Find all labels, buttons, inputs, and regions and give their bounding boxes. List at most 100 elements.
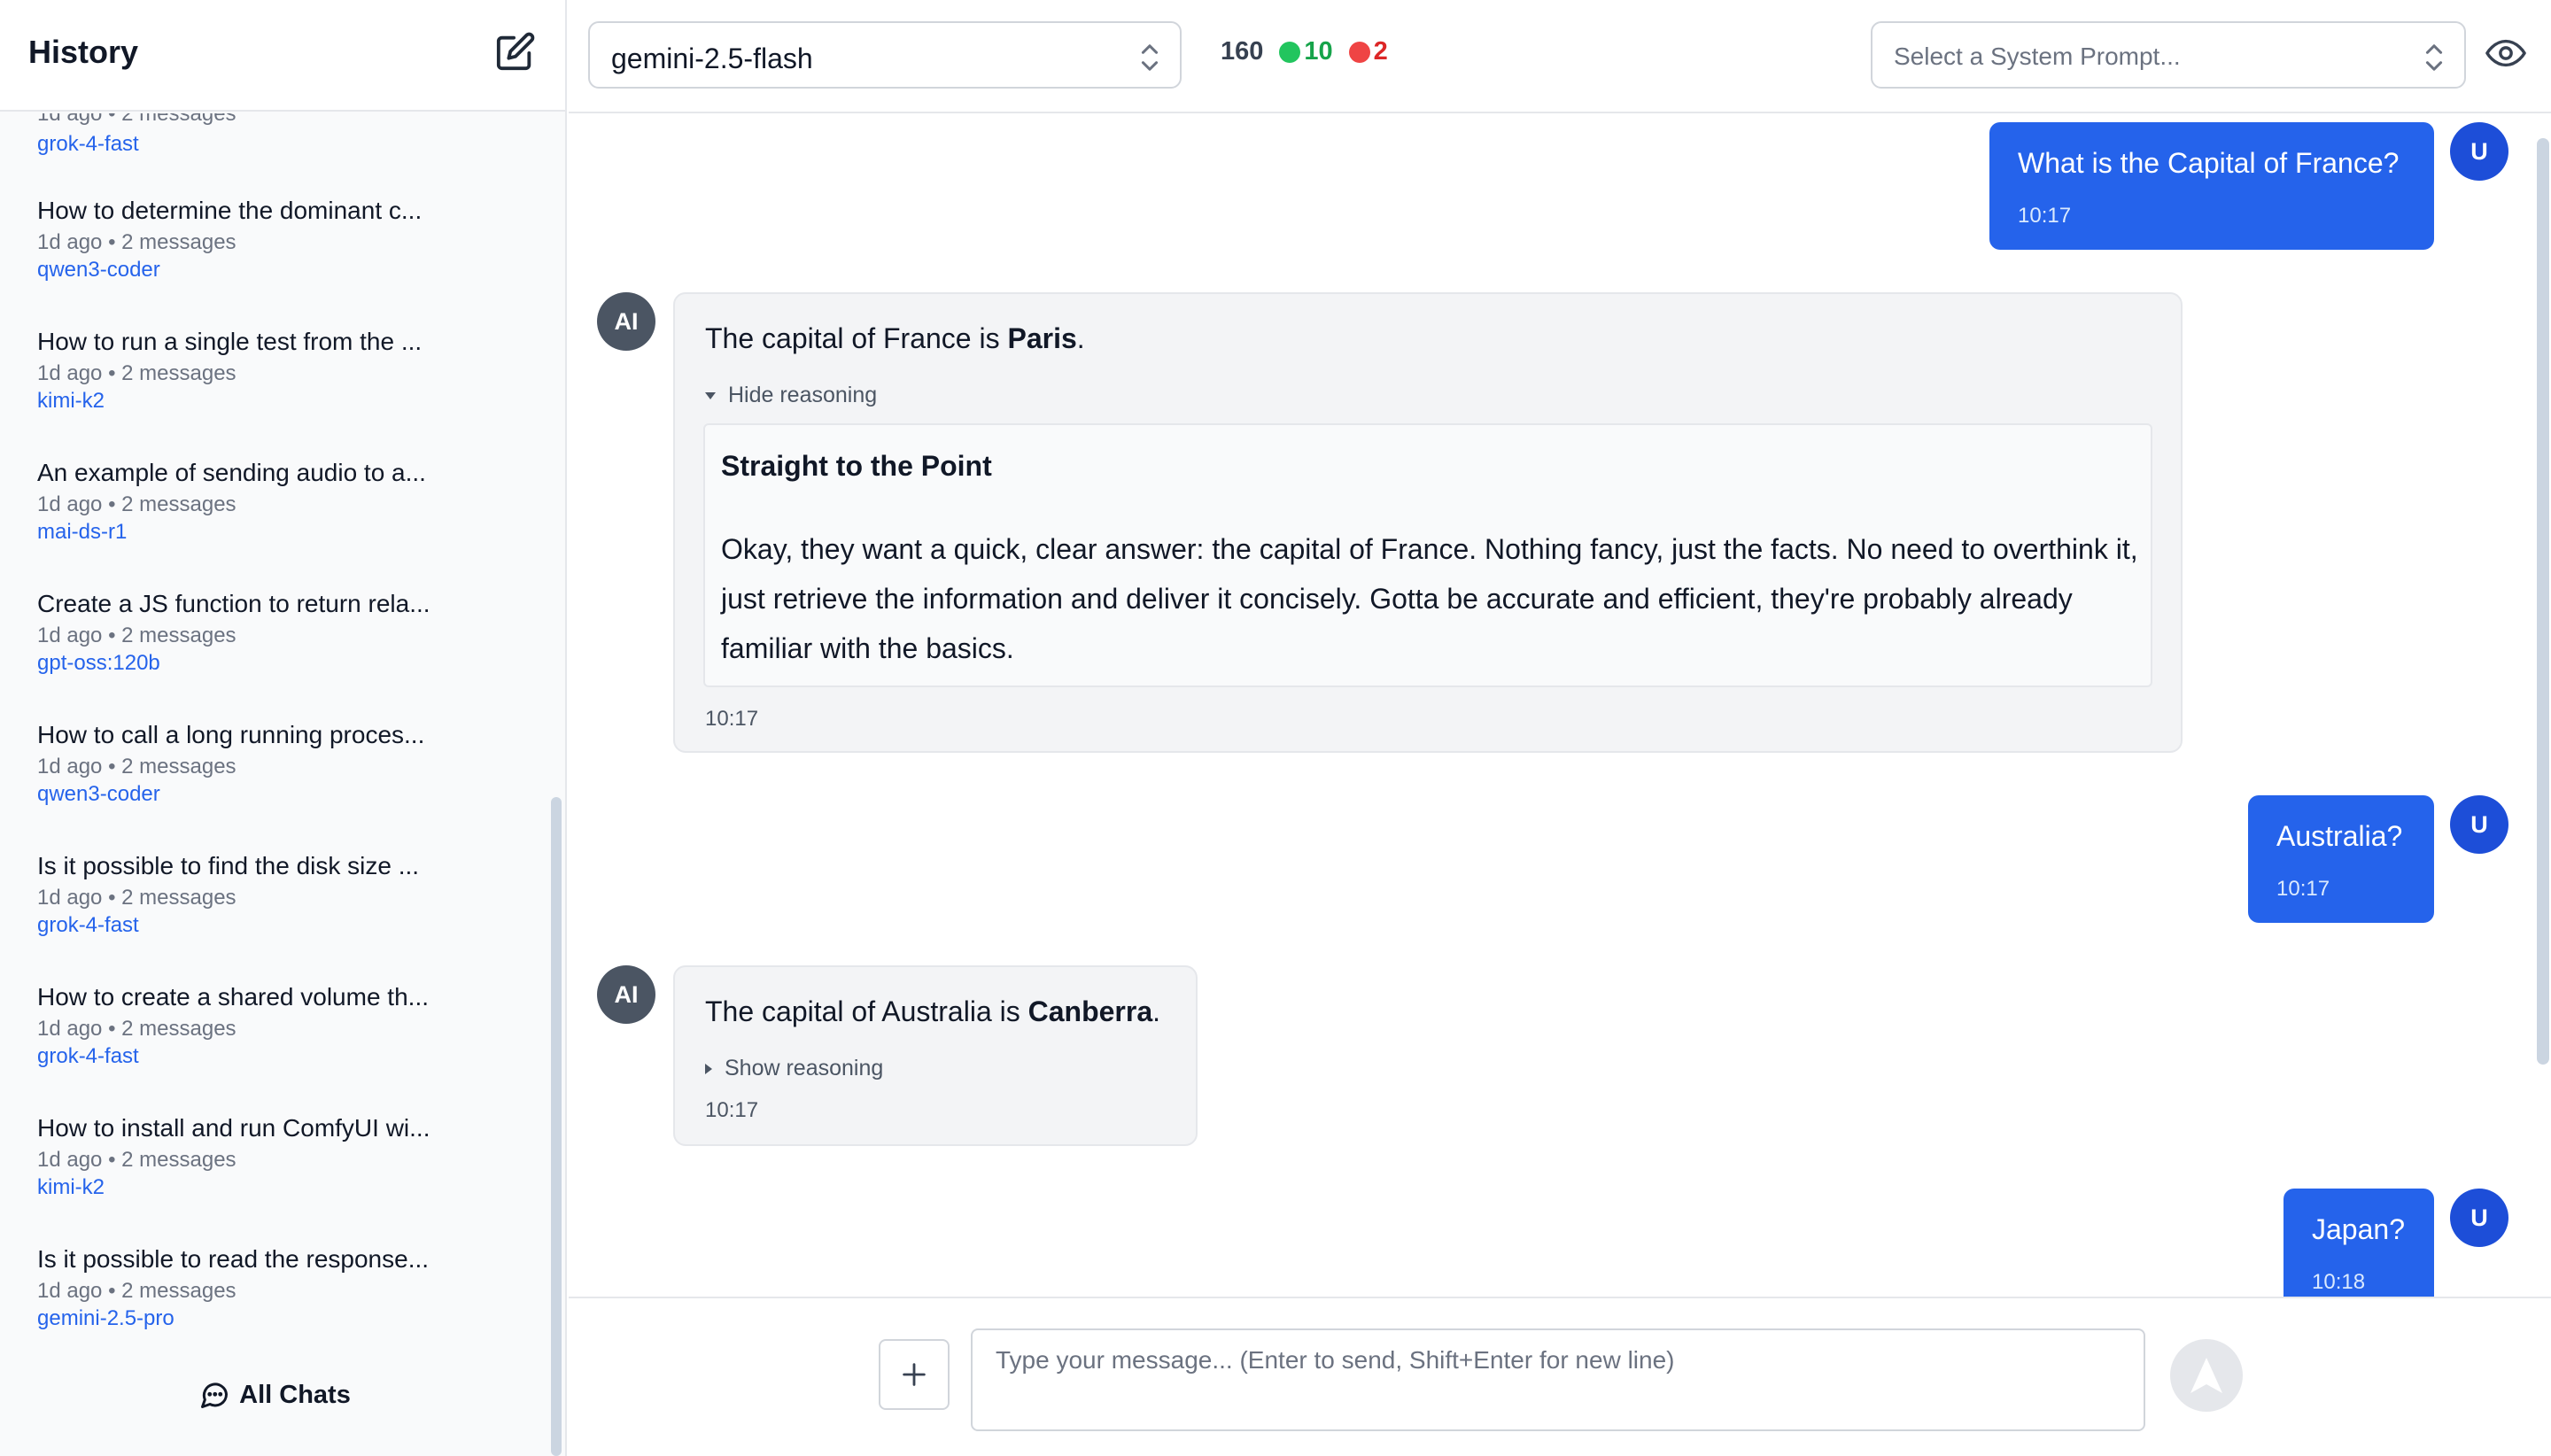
top-bar: gemini-2.5-flash 160 10 2 Select a Syste… <box>569 0 2551 113</box>
chat-scrollbar[interactable] <box>2537 138 2549 1065</box>
history-item[interactable]: 1d ago • 2 messages grok-4-fast <box>37 113 533 158</box>
history-item[interactable]: How to install and run ComfyUI wi... 1d … <box>37 1112 533 1201</box>
history-item-title: Create a JS function to return rela... <box>37 590 430 617</box>
history-item-title: How to determine the dominant c... <box>37 197 423 224</box>
message-text: What is the Capital of France? <box>2018 147 2400 179</box>
composer <box>569 1297 2551 1456</box>
history-item[interactable]: How to run a single test from the ... 1d… <box>37 326 533 414</box>
history-item-title: How to run a single test from the ... <box>37 328 423 355</box>
chat-bubble-icon <box>201 1382 229 1408</box>
history-item-model: grok-4-fast <box>37 132 139 156</box>
hide-reasoning-toggle[interactable]: Hide reasoning <box>705 383 877 408</box>
history-item[interactable]: Is it possible to read the response... 1… <box>37 1243 533 1332</box>
user-message: Australia? 10:17 <box>2248 795 2434 923</box>
stat-total: 160 <box>1221 37 1264 66</box>
message-time: 10:17 <box>2018 204 2072 228</box>
avatar: AI <box>597 292 655 351</box>
history-item-model: qwen3-coder <box>37 782 160 806</box>
message-text: Australia? <box>2276 820 2403 852</box>
history-item-title: How to create a shared volume th... <box>37 983 429 1011</box>
chat-history-list[interactable]: 1d ago • 2 messages grok-4-fast How to d… <box>0 113 549 1353</box>
history-item-meta: 1d ago • 2 messages <box>37 1148 236 1172</box>
reasoning-toggle-label: Hide reasoning <box>728 383 878 407</box>
app-root: History 1d ago • 2 messages grok-4-fast … <box>0 0 2551 1456</box>
sidebar-header: History <box>0 0 565 112</box>
history-item-meta: 1d ago • 2 messages <box>37 623 236 647</box>
history-item-title: How to install and run ComfyUI wi... <box>37 1114 430 1142</box>
chevron-up-down-icon <box>2425 44 2443 71</box>
history-item-meta: 1d ago • 2 messages <box>37 113 236 126</box>
history-item-meta: 1d ago • 2 messages <box>37 492 236 516</box>
ai-message: The capital of Australia is Canberra. Sh… <box>673 965 1198 1146</box>
success-dot-icon <box>1279 41 1301 63</box>
history-item[interactable]: Create a JS function to return rela... 1… <box>37 588 533 677</box>
history-item-model: mai-ds-r1 <box>37 520 128 544</box>
history-item-model: kimi-k2 <box>37 1175 105 1199</box>
sidebar-title: History <box>28 34 139 70</box>
history-item-model: grok-4-fast <box>37 913 139 937</box>
history-item[interactable]: How to determine the dominant c... 1d ag… <box>37 195 533 283</box>
all-chats-button[interactable]: All Chats <box>0 1364 549 1426</box>
message-time: 10:17 <box>705 707 759 731</box>
stat-errors: 2 <box>1373 37 1388 66</box>
history-item[interactable]: How to create a shared volume th... 1d a… <box>37 981 533 1070</box>
ai-message: The capital of France is Paris. Hide rea… <box>673 292 2183 753</box>
reasoning-toggle-label: Show reasoning <box>725 1056 884 1080</box>
history-item-model: gpt-oss:120b <box>37 651 160 675</box>
model-select-value: gemini-2.5-flash <box>611 43 813 74</box>
history-item[interactable]: An example of sending audio to a... 1d a… <box>37 457 533 546</box>
user-message: What is the Capital of France? 10:17 <box>1989 122 2434 250</box>
message-text: Japan? <box>2312 1213 2405 1245</box>
error-dot-icon <box>1348 41 1370 63</box>
caret-down-icon <box>705 391 716 399</box>
history-item-title: How to call a long running proces... <box>37 721 425 748</box>
history-item-meta: 1d ago • 2 messages <box>37 1017 236 1041</box>
show-reasoning-toggle[interactable]: Show reasoning <box>705 1056 883 1081</box>
avatar: U <box>2450 122 2508 181</box>
all-chats-label: All Chats <box>239 1380 351 1409</box>
edit-icon <box>496 32 535 71</box>
avatar: AI <box>597 965 655 1024</box>
message-time: 10:17 <box>705 1098 759 1122</box>
caret-right-icon <box>705 1063 712 1074</box>
history-item-meta: 1d ago • 2 messages <box>37 361 236 385</box>
history-item-model: gemini-2.5-pro <box>37 1306 174 1330</box>
history-item[interactable]: Is it possible to find the disk size ...… <box>37 850 533 939</box>
message-input[interactable] <box>971 1328 2145 1431</box>
reasoning-title: Straight to the Point <box>721 450 992 482</box>
history-item-meta: 1d ago • 2 messages <box>37 755 236 778</box>
reasoning-body: Okay, they want a quick, clear answer: t… <box>721 533 2138 664</box>
history-item-meta: 1d ago • 2 messages <box>37 230 236 254</box>
new-chat-button[interactable] <box>492 28 539 74</box>
attach-button[interactable] <box>879 1339 950 1410</box>
user-message: Japan? 10:18 <box>2283 1189 2434 1297</box>
avatar: U <box>2450 795 2508 854</box>
history-item[interactable]: How to call a long running proces... 1d … <box>37 719 533 808</box>
plus-icon <box>903 1363 926 1386</box>
history-item-title: An example of sending audio to a... <box>37 459 426 486</box>
send-arrow-icon <box>2190 1358 2222 1393</box>
history-sidebar: History 1d ago • 2 messages grok-4-fast … <box>0 0 567 1456</box>
history-item-title: Is it possible to find the disk size ... <box>37 852 420 879</box>
usage-stats: 160 10 2 <box>1221 37 1388 66</box>
system-prompt-select[interactable]: Select a System Prompt... <box>1871 21 2466 89</box>
history-item-model: kimi-k2 <box>37 389 105 413</box>
system-prompt-placeholder: Select a System Prompt... <box>1894 43 2181 70</box>
history-item-model: grok-4-fast <box>37 1044 139 1068</box>
message-text: The capital of Australia is Canberra. <box>705 995 1161 1027</box>
history-item-model: qwen3-coder <box>37 258 160 282</box>
message-text: The capital of France is Paris. <box>705 322 1085 354</box>
reasoning-panel: Straight to the Point Okay, they want a … <box>703 423 2152 687</box>
chat-messages[interactable]: What is the Capital of France? 10:17 U A… <box>569 115 2551 1297</box>
eye-icon[interactable] <box>2485 35 2526 71</box>
avatar: U <box>2450 1189 2508 1247</box>
send-button[interactable] <box>2170 1339 2243 1412</box>
message-time: 10:18 <box>2312 1270 2366 1294</box>
sidebar-scrollbar[interactable] <box>551 797 562 1456</box>
message-time: 10:17 <box>2276 877 2330 901</box>
history-item-meta: 1d ago • 2 messages <box>37 886 236 910</box>
stat-success: 10 <box>1304 37 1333 66</box>
history-item-title: Is it possible to read the response... <box>37 1245 430 1273</box>
chevron-up-down-icon <box>1141 44 1159 71</box>
model-select[interactable]: gemini-2.5-flash <box>588 21 1182 89</box>
